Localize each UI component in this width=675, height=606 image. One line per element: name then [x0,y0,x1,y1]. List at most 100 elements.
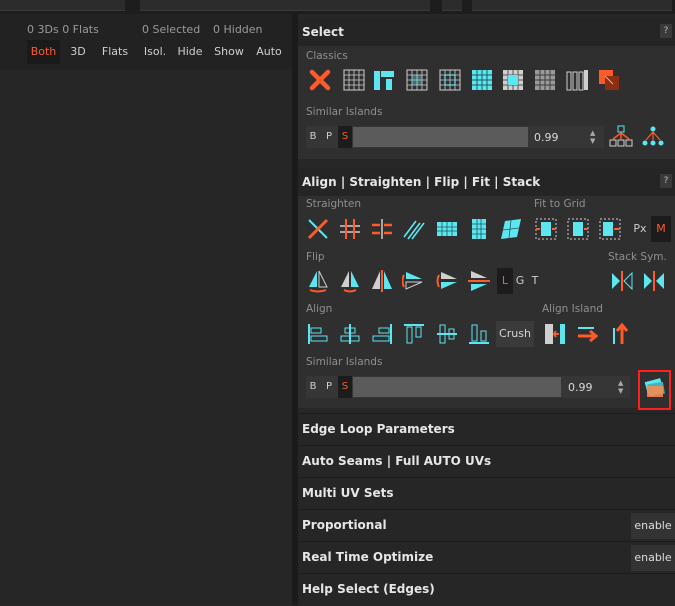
toolbar-slot[interactable] [472,0,672,11]
realtime-enable-button[interactable]: enable [631,545,675,571]
help-select-title: Help Select (Edges) [302,582,435,596]
realtime-section[interactable]: Real Time Optimize enable [298,541,675,573]
show-button[interactable]: Show [210,40,248,64]
align-left-icon[interactable] [306,322,330,346]
align-top-icon[interactable] [402,322,426,346]
similar-islands-label: Similar Islands [306,106,383,118]
select-similar-dots-icon[interactable] [641,125,665,149]
align-header[interactable]: Align | Straighten | Flip | Fit | Stack … [298,168,675,198]
auto-seams-title: Auto Seams | Full AUTO UVs [302,454,492,468]
similarity-value[interactable]: 0.99 [534,131,559,144]
select-header[interactable]: Select ? [298,18,675,48]
select-grow-icon[interactable] [405,68,429,92]
m-toggle[interactable]: M [651,216,671,242]
proportional-enable-button[interactable]: enable [631,513,675,539]
straighten-grid-icon[interactable] [435,217,459,241]
classics-label: Classics [306,50,348,62]
align-island-up-icon[interactable] [608,322,632,346]
align-center-h-icon[interactable] [338,322,362,346]
select-title: Select [302,25,344,39]
similarity-slider[interactable] [353,127,528,147]
realtime-title: Real Time Optimize [302,550,434,564]
align-label: Align [306,303,333,315]
straighten-label: Straighten [306,198,362,210]
straighten-skew-icon[interactable] [499,217,523,241]
help-select-section[interactable]: Help Select (Edges) [298,573,675,606]
similarity-spinner[interactable]: ▲ ▼ [590,129,598,145]
straighten-rect-icon[interactable] [467,217,491,241]
align-similarity-slider[interactable] [353,377,561,397]
hidden-count: 0 Hidden [213,23,263,36]
b-toggle[interactable]: B [306,126,320,148]
select-all-icon[interactable] [470,68,494,92]
t-toggle[interactable]: T [527,268,543,294]
stack-sym-1-icon[interactable] [610,269,634,293]
select-invert-icon[interactable] [501,68,525,92]
fit-grid-1-icon[interactable] [534,217,558,241]
flip-horizontal-mirror-icon[interactable] [467,269,491,293]
align-help-button[interactable]: ? [660,174,672,188]
flip-label: Flip [306,251,325,263]
align-title: Align | Straighten | Flip | Fit | Stack [302,175,541,189]
align-similarity-value[interactable]: 0.99 [568,381,593,394]
selected-count: 0 Selected [142,23,201,36]
toolbar-slot[interactable] [140,0,430,11]
align-center-v-icon[interactable] [435,322,459,346]
hide-button[interactable]: Hide [174,40,206,64]
align-island-label: Align Island [542,303,603,315]
stack-sym-label: Stack Sym. [608,251,667,263]
select-help-button[interactable]: ? [660,24,672,38]
straighten-parallel-icon[interactable] [402,217,426,241]
threed-flats-count: 0 3Ds 0 Flats [27,23,99,36]
isolate-button[interactable]: Isol. [140,40,170,64]
align-bottom-icon[interactable] [467,322,491,346]
flip-horizontal-2-icon[interactable] [435,269,459,293]
select-shells-icon[interactable] [372,68,396,92]
uv-viewport[interactable] [0,69,292,605]
straighten-hv-icon[interactable] [338,217,362,241]
flip-u-icon[interactable] [306,269,330,293]
p-toggle[interactable]: P [322,126,336,148]
select-overlap-icon[interactable] [597,68,621,92]
stack-sym-2-icon[interactable] [642,269,666,293]
flats-button[interactable]: Flats [98,40,132,64]
proportional-section[interactable]: Proportional enable [298,509,675,541]
both-button[interactable]: Both [27,40,60,64]
select-columns-icon[interactable] [565,68,589,92]
toolbar-slot[interactable] [0,0,125,11]
align-right-icon[interactable] [370,322,394,346]
crush-button[interactable]: Crush [496,321,534,347]
stack-similar-icon[interactable] [643,377,667,401]
deselect-x-icon[interactable] [308,68,332,92]
select-border-icon[interactable] [342,68,366,92]
align-s-toggle[interactable]: S [338,376,352,398]
s-toggle[interactable]: S [338,126,352,148]
straighten-diagonal-icon[interactable] [306,217,330,241]
flip-horizontal-icon[interactable] [402,269,426,293]
multi-uv-section[interactable]: Multi UV Sets [298,477,675,509]
auto-button[interactable]: Auto [252,40,286,64]
auto-seams-section[interactable]: Auto Seams | Full AUTO UVs [298,445,675,477]
select-checker-icon[interactable] [533,68,557,92]
align-p-toggle[interactable]: P [322,376,336,398]
toolbar-slot[interactable] [442,0,462,11]
align-island-to-icon[interactable] [543,322,567,346]
threed-button[interactable]: 3D [62,40,94,64]
select-similar-icon[interactable] [609,125,633,149]
edge-loop-section[interactable]: Edge Loop Parameters [298,413,675,445]
fit-to-grid-label: Fit to Grid [534,198,586,210]
top-toolbar-strip [0,0,675,14]
fit-grid-2-icon[interactable] [566,217,590,241]
align-similarity-spinner[interactable]: ▲ ▼ [618,379,626,395]
select-shrink-icon[interactable] [438,68,462,92]
px-toggle[interactable]: Px [632,216,648,242]
fit-grid-3-icon[interactable] [598,217,622,241]
straighten-edges-icon[interactable] [370,217,394,241]
align-b-toggle[interactable]: B [306,376,320,398]
g-toggle[interactable]: G [512,268,528,294]
flip-v-icon[interactable] [338,269,362,293]
align-island-right-icon[interactable] [576,322,600,346]
l-toggle[interactable]: L [497,268,513,294]
flip-mirror-icon[interactable] [370,269,394,293]
align-similar-islands-label: Similar Islands [306,356,383,368]
